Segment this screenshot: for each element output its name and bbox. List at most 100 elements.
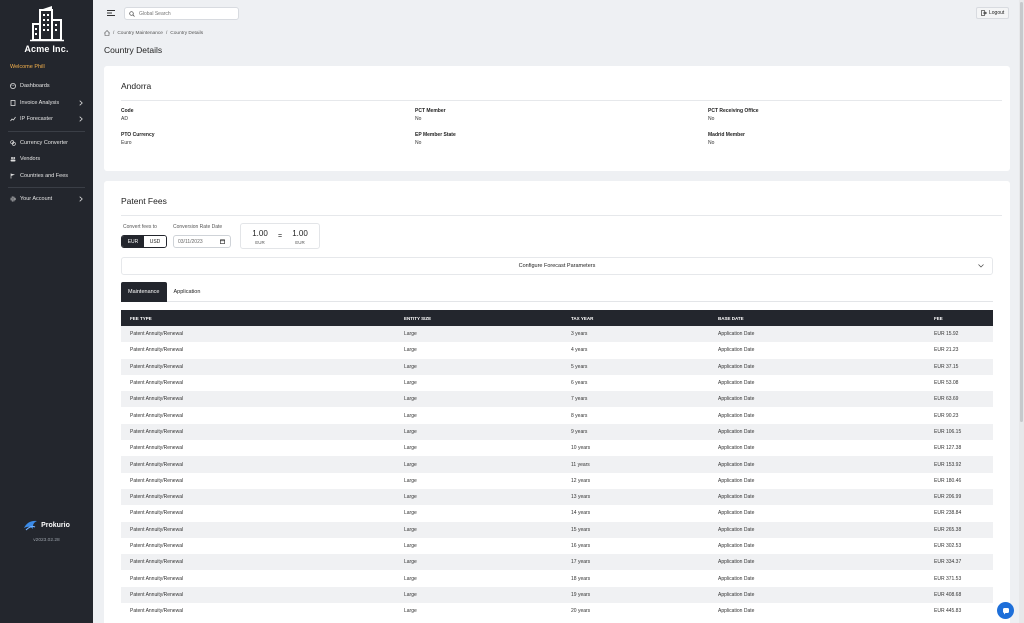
home-icon[interactable]: [104, 30, 110, 36]
fee-type-cell: Patent Annuity/Renewal: [130, 363, 184, 370]
sidebar-item-invoice-analysis[interactable]: Invoice Analysis: [0, 95, 93, 112]
tax-year-cell: 17 years: [571, 559, 591, 566]
table-row[interactable]: Patent Annuity/Renewal Large 6 years Applic…: [121, 374, 993, 392]
calendar-icon[interactable]: [220, 239, 225, 244]
entity-size-cell: Large: [404, 510, 417, 517]
entity-size-cell: Large: [404, 461, 417, 468]
fee-cell: EUR 408.68: [934, 591, 962, 598]
fee-cell: EUR 265.38: [934, 526, 962, 533]
fee-cell: EUR 90.23: [934, 412, 959, 419]
chat-button[interactable]: [997, 602, 1014, 619]
entity-size-cell: Large: [404, 591, 417, 598]
tab-application[interactable]: Application: [167, 282, 208, 302]
logout-button[interactable]: Logout: [976, 7, 1010, 19]
table-row[interactable]: Patent Annuity/Renewal Large 18 years Appli…: [121, 570, 993, 587]
table-row[interactable]: Patent Annuity/Renewal Large 16 years Appli…: [121, 537, 993, 555]
table-row[interactable]: Patent Annuity/Renewal Large 15 years Appli…: [121, 521, 993, 538]
table-row[interactable]: Patent Annuity/Renewal Large 11 years Appli…: [121, 456, 993, 473]
version-text: v2023.02.28: [33, 538, 60, 543]
palette-icon: [10, 83, 16, 90]
table-row[interactable]: Patent Annuity/Renewal Large 13 years Appli…: [121, 488, 993, 506]
tab-maintenance[interactable]: Maintenance: [121, 282, 167, 302]
entity-size-cell: Large: [404, 331, 417, 338]
forecast-parameters-accordion[interactable]: Configure Forecast Parameters: [121, 257, 993, 275]
chevron-right-icon: [79, 196, 83, 202]
fee-type-cell: Patent Annuity/Renewal: [130, 396, 184, 403]
prokurio-logo-icon: [24, 520, 38, 531]
from-amount: 1.00: [252, 229, 268, 238]
field-label: Code: [121, 108, 134, 114]
breadcrumb-country-maintenance[interactable]: Country Maintenance: [117, 31, 163, 36]
fee-cell: EUR 238.84: [934, 510, 962, 517]
search-box[interactable]: [124, 7, 239, 20]
menu-icon[interactable]: [107, 10, 115, 16]
brand-name: Acme Inc.: [24, 44, 69, 54]
chevron-right-icon: [79, 99, 83, 106]
fee-type-cell: Patent Annuity/Renewal: [130, 428, 184, 435]
fee-type-cell: Patent Annuity/Renewal: [130, 608, 184, 615]
table-row[interactable]: Patent Annuity/Renewal Large 14 years Appli…: [121, 505, 993, 522]
field-value: No: [415, 139, 422, 146]
fee-cell: EUR 302.53: [934, 543, 962, 549]
table-row[interactable]: Patent Annuity/Renewal Large 5 years Applic…: [121, 358, 993, 375]
fees-table: FEE TYPE ENTITY SIZE TAX YEAR BASE DATE …: [121, 310, 993, 620]
fee-type-cell: Patent Annuity/Renewal: [130, 445, 184, 452]
sidebar-item-countries-and-fees[interactable]: Countries and Fees: [0, 168, 93, 185]
entity-size-cell: Large: [404, 380, 417, 387]
scrollbar-thumb[interactable]: [1020, 2, 1023, 422]
base-date-cell: Application Date: [718, 477, 755, 484]
entity-size-cell: Large: [404, 363, 417, 370]
sidebar-item-label: Dashboards: [20, 83, 50, 90]
sidebar: Acme Inc. Welcome Phill Dashboards Invoi…: [0, 0, 93, 623]
fee-cell: EUR 371.53: [934, 575, 962, 582]
sidebar-item-currency-converter[interactable]: Currency Converter: [0, 135, 93, 152]
field-value: Euro: [121, 139, 132, 146]
currency-usd-button[interactable]: USD: [144, 236, 166, 247]
fee-type-cell: Patent Annuity/Renewal: [130, 331, 184, 338]
divider: [121, 100, 1002, 101]
fee-cell: EUR 334.37: [934, 559, 962, 566]
base-date-cell: Application Date: [718, 428, 755, 435]
sidebar-item-dashboards[interactable]: Dashboards: [0, 78, 93, 95]
sidebar-item-vendors[interactable]: Vendors: [0, 151, 93, 168]
search-input[interactable]: [139, 10, 234, 17]
country-name: Andorra: [121, 81, 152, 91]
sidebar-item-your-account[interactable]: Your Account: [0, 191, 93, 208]
field-pto-currency: PTO Currency Euro: [121, 132, 155, 146]
table-row[interactable]: Patent Annuity/Renewal Large 7 years Applic…: [121, 391, 993, 408]
tax-year-cell: 3 years: [571, 331, 588, 338]
base-date-cell: Application Date: [718, 412, 755, 419]
table-row[interactable]: Patent Annuity/Renewal Large 9 years Applic…: [121, 423, 993, 441]
flag-icon: [10, 173, 16, 179]
column-header[interactable]: ENTITY SIZE: [404, 316, 571, 321]
brand-logo[interactable]: Acme Inc.: [0, 6, 93, 54]
column-header[interactable]: FEE: [934, 316, 993, 321]
fee-type-cell: Patent Annuity/Renewal: [130, 559, 184, 566]
fee-type-cell: Patent Annuity/Renewal: [130, 461, 184, 468]
table-row[interactable]: Patent Annuity/Renewal Large 3 years Applic…: [121, 326, 993, 343]
table-row[interactable]: Patent Annuity/Renewal Large 17 years Appli…: [121, 554, 993, 571]
sidebar-item-ip-forecaster[interactable]: IP Forecaster: [0, 111, 93, 128]
fee-cell: EUR 153.92: [934, 461, 962, 468]
table-row[interactable]: Patent Annuity/Renewal Large 19 years Appli…: [121, 586, 993, 604]
fee-cell: EUR 53.08: [934, 380, 959, 387]
table-row[interactable]: Patent Annuity/Renewal Large 8 years Applic…: [121, 407, 993, 424]
column-header[interactable]: TAX YEAR: [571, 316, 718, 321]
table-row[interactable]: Patent Annuity/Renewal Large 4 years Applic…: [121, 342, 993, 359]
fee-cell: EUR 37.15: [934, 363, 959, 370]
table-row[interactable]: Patent Annuity/Renewal Large 10 years Appli…: [121, 440, 993, 457]
tax-year-cell: 16 years: [571, 543, 591, 549]
currency-eur-button[interactable]: EUR: [122, 236, 144, 247]
welcome-text: Welcome Phill: [10, 64, 45, 70]
base-date-cell: Application Date: [718, 380, 755, 387]
tax-year-cell: 7 years: [571, 396, 588, 403]
field-pct-member: PCT Member No: [415, 108, 446, 122]
column-header[interactable]: FEE TYPE: [121, 316, 404, 321]
entity-size-cell: Large: [404, 559, 417, 566]
entity-size-cell: Large: [404, 543, 417, 549]
column-header[interactable]: BASE DATE: [718, 316, 934, 321]
tax-year-cell: 11 years: [571, 461, 590, 468]
table-row[interactable]: Patent Annuity/Renewal Large 12 years Appli…: [121, 472, 993, 489]
table-row[interactable]: Patent Annuity/Renewal Large 20 years Appli…: [121, 603, 993, 620]
rate-date-input[interactable]: 03/11/2023: [173, 235, 231, 248]
